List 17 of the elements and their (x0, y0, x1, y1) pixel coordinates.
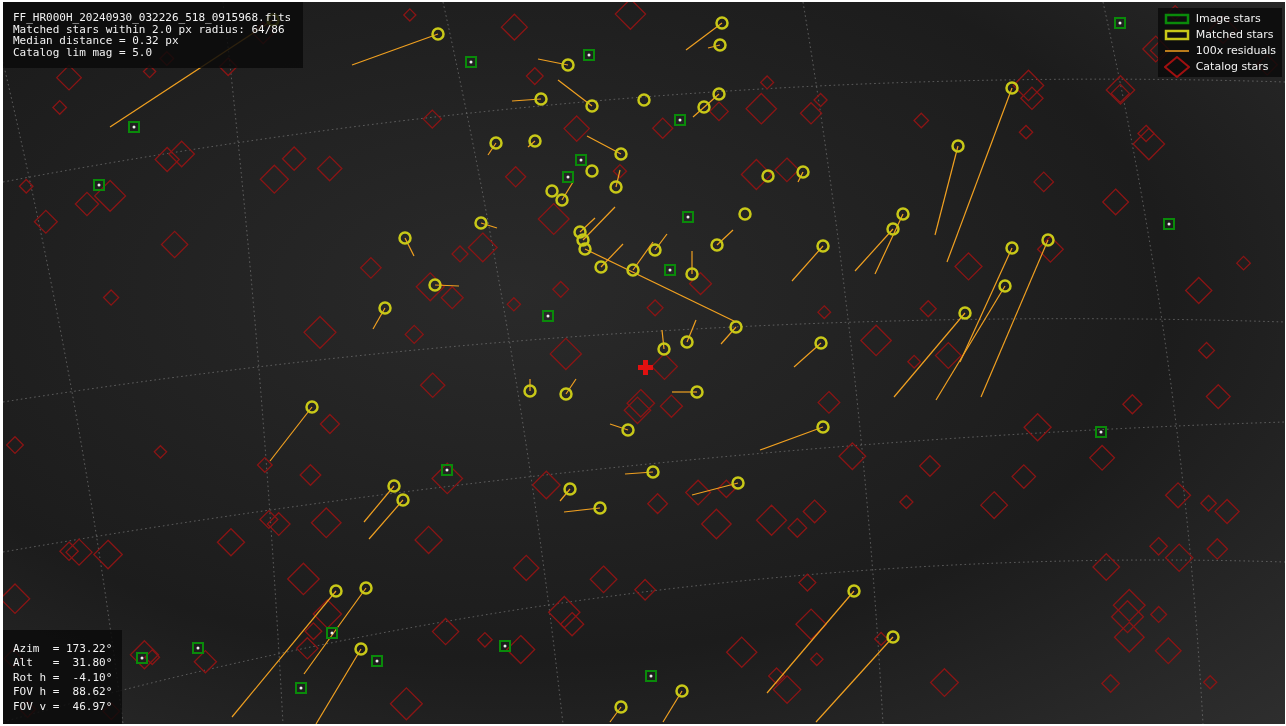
image-star-legend-icon (1163, 12, 1190, 25)
center-cross-marker (638, 360, 653, 375)
info-text: Matched stars within 2.0 px radius: 64/86 (13, 23, 285, 35)
legend-label: 100x residuals (1195, 44, 1276, 57)
info-text: Median distance = 0.32 px (13, 35, 179, 47)
pointing-text: FOV h = 88.62° (13, 685, 113, 700)
matched-star-legend-icon (1163, 28, 1190, 41)
info-text: FF_HR000H_20240930_032226_518_0915968.fits (13, 12, 292, 24)
pointing-text: Rot h = -4.10° (13, 670, 113, 685)
legend-label: Catalog stars (1195, 60, 1269, 73)
pointing-text: Azim = 173.22° (13, 641, 113, 656)
info-text: Catalog lim mag = 5.0 (13, 46, 154, 58)
legend-label: Matched stars (1195, 28, 1274, 41)
legend-label: Image stars (1195, 12, 1261, 25)
pointing-text: Alt = 31.80° (13, 656, 113, 671)
pointing-text: FOV v = 46.97° (13, 699, 113, 714)
catalog-star-legend-icon (1163, 55, 1190, 78)
